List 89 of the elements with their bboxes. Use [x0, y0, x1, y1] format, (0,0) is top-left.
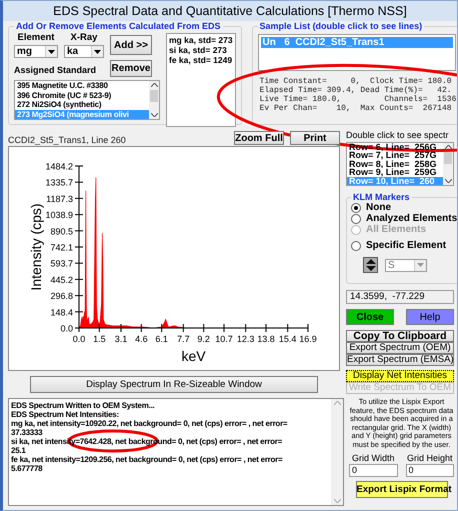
tick-label: 1038.9 — [45, 210, 73, 220]
line-item[interactable]: Row= 7, Line= 257G — [347, 151, 443, 160]
action-button[interactable]: Export Spectrum (EMSA) — [346, 354, 454, 366]
print-button[interactable]: Print — [290, 131, 340, 145]
action-button[interactable]: Copy To Clipboard — [346, 330, 454, 342]
add-button[interactable]: Add >> — [110, 35, 152, 55]
scrollbar[interactable] — [149, 81, 159, 119]
resize-window-button[interactable]: Display Spectrum In Re-Sizeable Window — [30, 376, 318, 393]
tick-label: 593.7 — [50, 258, 73, 269]
window-title: EDS Spectral Data and Quantitative Calculations [Thermo NSS] — [53, 4, 407, 18]
tick-label: 1.5 — [93, 334, 106, 344]
tick-label: 15.4 — [278, 334, 296, 344]
tick-label: 0.0 — [72, 334, 86, 344]
tick-label: 10.7 — [215, 334, 233, 344]
spinner-button[interactable] — [363, 257, 378, 273]
standard-item[interactable]: 395 Magnetite U.C. #3380 — [15, 81, 149, 91]
grid-width-label: Grid Width — [350, 452, 396, 463]
scrollbar[interactable] — [443, 143, 453, 185]
close-button[interactable]: Close — [346, 309, 394, 325]
log-line: fe ka, net intensity=1209.256, net background= 0, net (cps) error= , net error= — [11, 455, 284, 464]
stat-line: Live Time= 180.0, Channels= 1536 — [260, 95, 456, 104]
zoom-full-button[interactable]: Zoom Full — [234, 131, 284, 145]
tick-label: 16.9 — [299, 334, 317, 344]
caret-icon — [417, 263, 424, 267]
group-title: Sample List (double click to see lines) — [258, 21, 424, 31]
up-chevron-icon — [150, 83, 158, 87]
line-item[interactable]: Row= 9, Line= 259G — [347, 168, 443, 177]
element-dropdown[interactable]: mg — [14, 45, 58, 58]
radio-option[interactable]: Specific Element — [351, 240, 457, 251]
tick-label: 445.2 — [50, 274, 73, 285]
action-button[interactable]: Display Net Intensities — [346, 370, 454, 382]
help-button[interactable]: Help — [406, 309, 454, 325]
tick-label: 4.6 — [135, 334, 148, 344]
standard-item[interactable]: 272 Ni2SiO4 (synthetic) — [15, 100, 149, 110]
radio-option[interactable]: Analyzed Elements — [351, 213, 457, 224]
element-entry: mg ka, std= 273 — [169, 35, 233, 45]
tick-label: 13.8 — [257, 334, 275, 344]
group-title: KLM Markers — [352, 192, 411, 202]
log-line: mg ka, net intensity=10920.22, net background= 0, net (cps) error= , net error= — [11, 419, 288, 428]
tick-label: 1335.7 — [45, 178, 73, 188]
xray-dropdown[interactable]: ka — [64, 45, 104, 58]
stat-line: Elapsed Time= 309.4, Dead Time(%)= 42. — [260, 86, 453, 95]
element-entry: si ka, std= 273 — [169, 45, 228, 55]
tick-label: 148.4 — [50, 307, 73, 318]
caret-icon — [94, 50, 101, 54]
radio-option[interactable]: None — [351, 202, 457, 213]
down-chevron-icon — [150, 113, 158, 117]
log-line: 37.33333 — [11, 428, 44, 437]
scrollbar[interactable] — [331, 399, 343, 505]
assigned-standard-label: Assigned Standard — [14, 64, 98, 75]
down-chevron-icon — [444, 179, 452, 183]
axis-title: keV — [181, 348, 206, 364]
log-line: 25.1 — [11, 446, 27, 455]
remove-button[interactable]: Remove — [110, 60, 152, 76]
grid-height-field[interactable]: 0 — [406, 464, 454, 477]
axis-title: Intensity (cps) — [28, 203, 44, 291]
element-label: Element — [16, 32, 56, 43]
hint-text: Double click to see spectr — [346, 129, 450, 142]
down-chevron-icon — [334, 499, 341, 503]
tick-label: 890.5 — [50, 226, 73, 236]
log-line: EDS Spectrum Written to OEM System... — [11, 401, 156, 410]
log-line: EDS Spectrum Net Intensities: — [11, 410, 120, 419]
tick-label: 1187.3 — [46, 194, 73, 204]
coordinates-field[interactable]: 14.3599, -77.229 — [346, 290, 454, 304]
tick-label: 1484.2 — [45, 162, 73, 172]
tick-label: 7.7 — [177, 334, 190, 344]
grid-width-field[interactable]: 0 — [349, 464, 398, 477]
caret-icon — [48, 50, 55, 54]
tick-label: 3.1 — [114, 334, 128, 344]
stat-line: Time Constant= 0, Clock Time= 180.0 — [260, 77, 453, 86]
tick-label: 9.2 — [197, 334, 210, 344]
tick-label: 0.0 — [60, 324, 73, 334]
tick-label: 296.8 — [50, 291, 73, 302]
up-chevron-icon — [334, 401, 341, 405]
grid-height-label: Grid Height — [406, 452, 454, 463]
up-down-arrows-icon — [364, 258, 376, 272]
action-button[interactable]: Export Spectrum (OEM) — [346, 342, 454, 354]
tick-label: 742.1 — [50, 242, 73, 252]
standard-item[interactable]: 396 Chromite (UC # 523-9) — [15, 90, 149, 100]
spectrum-title: CCDI2_St5_Trans1, Line 260 — [8, 135, 127, 145]
up-chevron-icon — [444, 145, 452, 149]
element-entry: fe ka, std= 1249 — [169, 55, 233, 65]
xray-label: X-Ray — [70, 32, 98, 43]
stat-line: Ev Per Chan= 10, Max Counts= 267148 — [260, 104, 453, 113]
tick-label: 6.1 — [155, 334, 168, 344]
log-line: 5.677778 — [11, 464, 44, 473]
line-item[interactable]: Row= 8, Line= 258G — [347, 160, 443, 168]
group-title: Add Or Remove Elements Calculated From EDS — [15, 21, 222, 31]
tick-label: 12.3 — [236, 334, 254, 344]
